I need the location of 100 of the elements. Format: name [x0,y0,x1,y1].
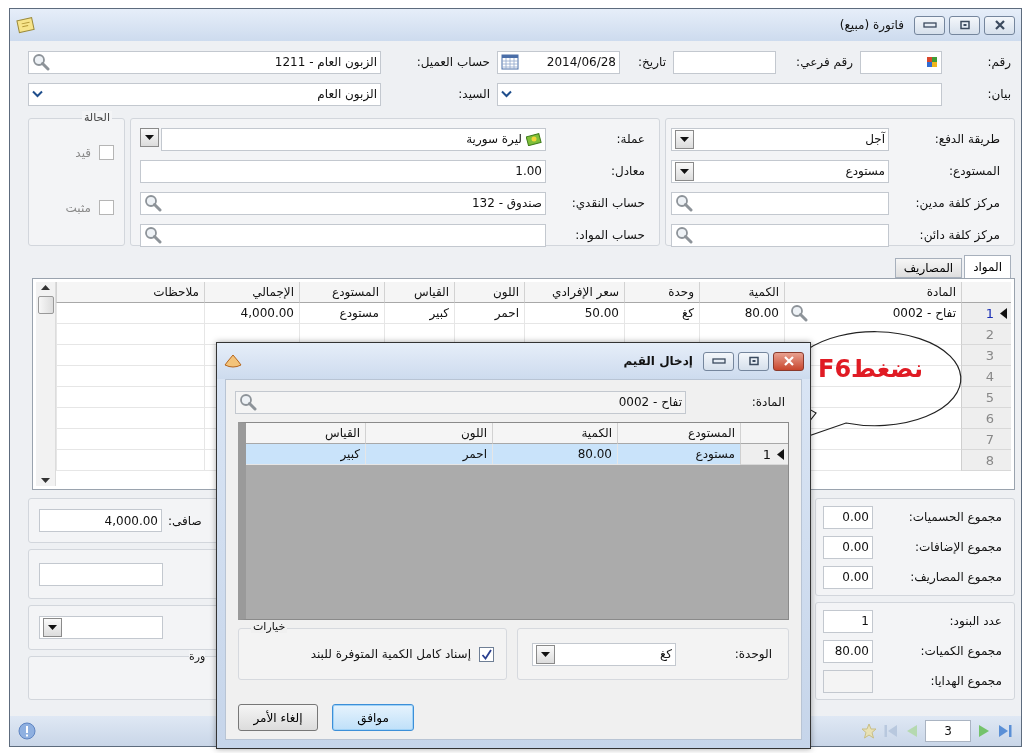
column-header[interactable]: اللون [365,423,492,444]
table-cell: كبير [246,444,365,465]
group-title: الحالة [81,111,112,124]
column-header[interactable]: الإجمالي [204,282,299,303]
column-header[interactable]: المستودع [617,423,740,444]
search-icon[interactable] [239,393,257,411]
scroll-up-icon[interactable] [41,285,50,290]
combo-field[interactable]: مستودع [671,159,889,183]
combo-field[interactable]: الزبون العام [28,82,381,106]
column-header[interactable]: القياس [384,282,454,303]
combo-field[interactable]: آجل [671,127,889,151]
input-field[interactable] [39,562,163,586]
input-field[interactable] [140,223,546,247]
close-button[interactable] [984,15,1015,35]
restore-button[interactable] [738,351,769,371]
cancel-button[interactable]: إلغاء الأمر [238,704,318,731]
chevron-down-icon[interactable] [32,90,43,98]
field-label: مركز كلفة دائن: [918,228,1001,242]
column-header[interactable]: سعر الإفرادي [524,282,624,303]
restore-button[interactable] [949,15,980,35]
tab[interactable]: المواد [964,255,1011,278]
total-field: 80.00 [823,639,873,663]
field-label: معادل: [610,164,646,178]
search-icon[interactable] [675,194,693,212]
minimize-button[interactable] [914,15,945,35]
tab[interactable]: المصاريف [894,258,963,278]
dialog-title: إدخال القيم [623,354,693,368]
table-cell: كبير [384,303,454,324]
total-label: مجموع المصاريف: [909,570,1003,584]
currency-field[interactable]: ليرة سورية [161,127,546,151]
ok-button[interactable]: موافق [332,704,414,731]
last-button[interactable] [997,723,1013,739]
input-field[interactable] [671,191,889,215]
close-button[interactable] [773,351,804,371]
row-number: 5 [985,389,994,405]
info-icon[interactable] [18,722,36,740]
scrollbar[interactable] [36,282,56,486]
row-header[interactable]: 1 [961,303,1011,324]
row-number: 6 [985,410,994,426]
header-cell [961,282,1011,303]
grid-icon [926,56,938,68]
chevron-down-icon[interactable] [501,90,512,98]
material-field[interactable]: 0002 - تفاح [235,390,686,414]
money-icon [526,132,542,146]
search-icon[interactable] [675,226,693,244]
column-header[interactable]: ملاحظات [56,282,204,303]
page-field[interactable]: 3 [925,720,971,742]
date-field[interactable]: 2014/06/28 [497,50,620,74]
combo-field[interactable] [497,82,942,106]
field-label: رقم: [986,55,1012,69]
checkbox[interactable] [479,646,494,662]
column-header[interactable]: اللون [454,282,524,303]
total-field: 0.00 [823,535,873,559]
dropdown-button[interactable] [675,161,694,181]
input-field[interactable]: 1211 - الزبون العام [28,50,381,74]
input-field[interactable] [671,223,889,247]
table-cell: مستودع [617,444,740,465]
column-header[interactable]: المادة [784,282,961,303]
column-header[interactable]: الكمية [492,423,617,444]
row-number: 2 [985,326,994,342]
minimize-icon [922,22,937,28]
caret-down-icon [680,168,689,174]
net-field[interactable]: 4,000.00 [39,509,162,532]
search-icon[interactable] [144,226,162,244]
input-field[interactable]: 132 - صندوق [140,191,546,215]
total-field: 0.00 [823,565,873,589]
combo-field[interactable]: كغ [532,642,676,666]
field-label: المستودع: [948,164,1001,178]
caret-down-icon [680,136,689,142]
input-field[interactable] [860,50,942,74]
calendar-icon[interactable] [501,54,519,70]
total-label: مجموع الهدايا: [929,674,1003,688]
dropdown-button[interactable] [43,618,62,637]
search-icon[interactable] [790,304,808,322]
row-number: 7 [985,431,994,447]
column-header[interactable]: وحدة [624,282,699,303]
note-icon [16,16,36,34]
field-label: مركز كلفة مدين: [914,196,1001,210]
star-button[interactable] [861,723,877,739]
dropdown-button[interactable] [536,644,555,664]
column-header[interactable]: المستودع [299,282,384,303]
scrollbar-thumb[interactable] [37,296,54,314]
search-icon[interactable] [144,194,162,212]
column-header[interactable]: القياس [246,423,365,444]
column-header[interactable]: الكمية [699,282,784,303]
input-field[interactable]: 1.00 [140,159,546,183]
row-header[interactable]: 1 [740,444,788,465]
group-title: ورة [189,650,206,663]
input-field[interactable] [673,50,776,74]
field-label: المادة: [750,395,786,409]
field-label: حساب المواد: [574,228,646,242]
minimize-button[interactable] [703,351,734,371]
dropdown-button[interactable] [140,127,159,147]
search-icon[interactable] [32,53,50,71]
table-cell: 80.00 [492,444,617,465]
scroll-down-icon[interactable] [41,478,50,483]
combo-field[interactable] [39,616,163,639]
dropdown-button[interactable] [675,129,694,149]
next-button[interactable] [977,723,991,739]
field-label: بيان: [986,87,1012,101]
